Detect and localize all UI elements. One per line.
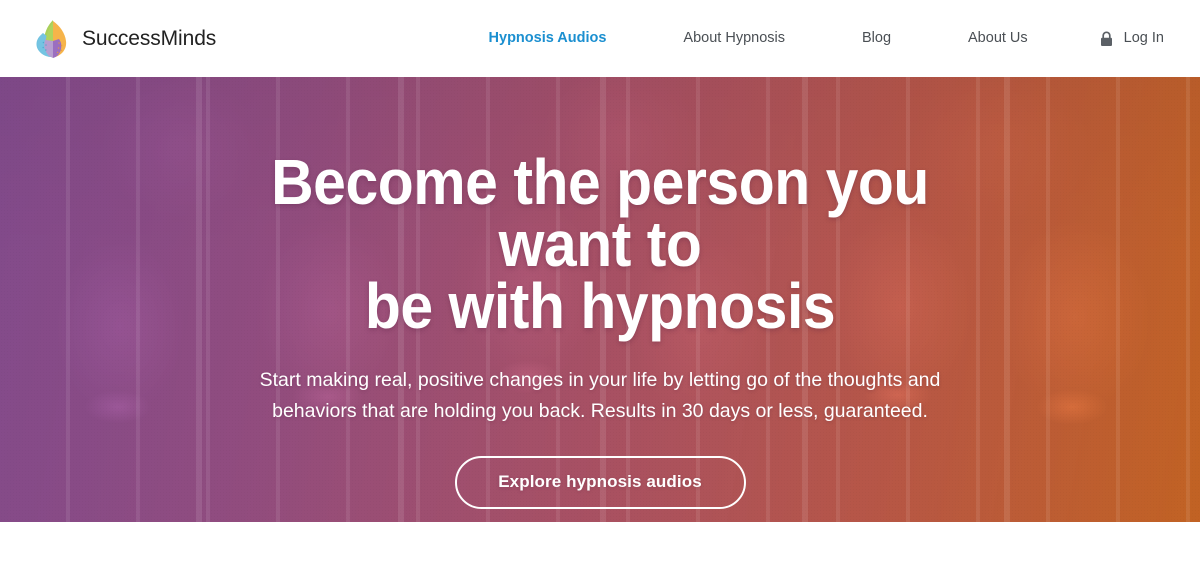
brand-name: SuccessMinds [82, 27, 217, 50]
nav-link-about-us[interactable]: About Us [968, 31, 1028, 46]
hero-title: Become the person you want to be with hy… [223, 150, 977, 338]
hero-title-line-2: be with hypnosis [364, 270, 836, 343]
lock-icon [1100, 31, 1113, 47]
explore-hypnosis-audios-button[interactable]: Explore hypnosis audios [454, 455, 746, 509]
nav-link-blog[interactable]: Blog [862, 31, 891, 46]
hero-content: Become the person you want to be with hy… [0, 77, 1200, 522]
nav-link-hypnosis-audios[interactable]: Hypnosis Audios [489, 31, 607, 46]
brand-logo[interactable]: SuccessMinds [33, 18, 216, 60]
hero-title-line-1: Become the person you want to [271, 146, 929, 281]
hero-subtitle: Start making real, positive changes in y… [259, 369, 941, 423]
hero-banner: Become the person you want to be with hy… [0, 77, 1200, 522]
login-button[interactable]: Log In [1100, 31, 1164, 47]
page-root: SuccessMinds Hypnosis Audios About Hypno… [0, 0, 1200, 577]
login-label: Log In [1123, 30, 1164, 47]
below-fold-whitespace [0, 522, 1200, 577]
logo-icon [33, 18, 73, 60]
nav-link-about-hypnosis[interactable]: About Hypnosis [683, 31, 785, 46]
site-header: SuccessMinds Hypnosis Audios About Hypno… [0, 0, 1200, 77]
